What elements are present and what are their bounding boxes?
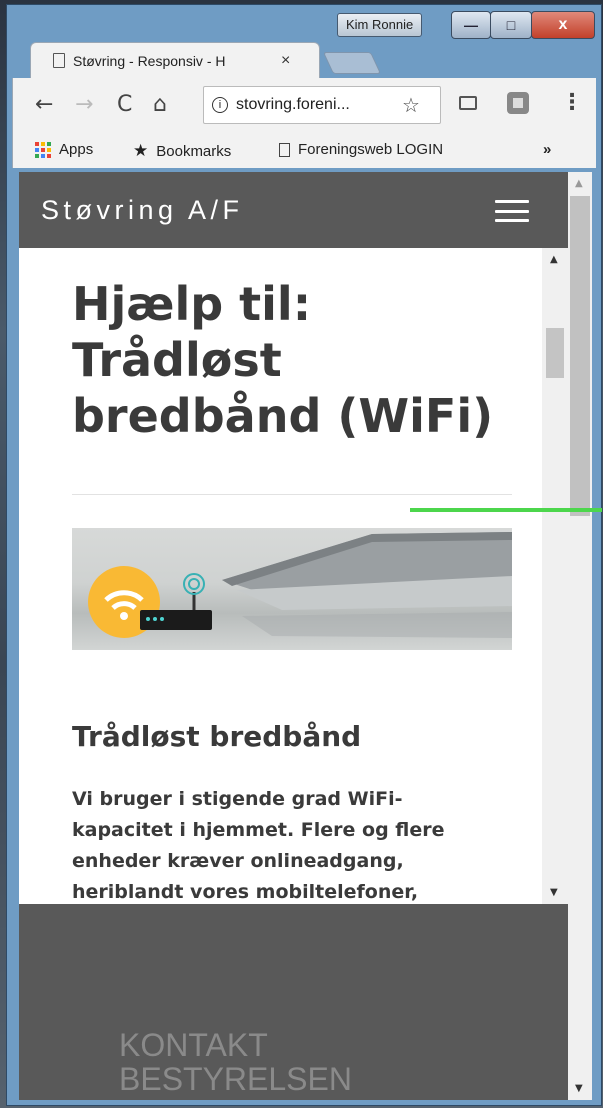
- new-tab-button[interactable]: [322, 52, 382, 74]
- main-content: Hjælp til: Trådløst bredbånd (WiFi) Tråd…: [19, 248, 542, 904]
- browser-tab[interactable]: Støvring - Responsiv - H ×: [30, 42, 320, 78]
- page-icon: [279, 142, 290, 157]
- apps-icon: [35, 141, 51, 158]
- scrollbar-thumb[interactable]: [546, 328, 564, 378]
- reload-icon[interactable]: C: [117, 92, 132, 117]
- maximize-button[interactable]: □: [490, 11, 532, 39]
- bookmark-apps-label: Apps: [59, 141, 94, 158]
- info-icon[interactable]: i: [212, 97, 228, 113]
- page-title: Hjælp til: Trådløst bredbånd (WiFi): [72, 277, 494, 443]
- footer-contact-heading: KONTAKT BESTYRELSEN: [119, 1027, 352, 1097]
- scrollbar-thumb[interactable]: [570, 196, 590, 516]
- address-bar[interactable]: i stovring.foreni... ☆: [203, 86, 441, 124]
- scroll-down-icon[interactable]: ▼: [575, 1083, 583, 1094]
- bookmark-foreningsweb-login[interactable]: Foreningsweb LOGIN: [279, 141, 443, 158]
- minimize-button[interactable]: —: [451, 11, 491, 39]
- scroll-up-icon[interactable]: ▲: [575, 178, 583, 189]
- hamburger-menu-icon[interactable]: [495, 200, 529, 222]
- home-icon[interactable]: ⌂: [153, 92, 167, 117]
- back-icon[interactable]: ←: [35, 92, 53, 117]
- scroll-up-icon[interactable]: ▲: [550, 254, 558, 265]
- star-icon: ★: [133, 141, 149, 160]
- scroll-down-icon[interactable]: ▼: [550, 887, 558, 898]
- bookmark-apps[interactable]: Apps: [35, 141, 93, 158]
- green-line: [410, 508, 602, 512]
- hero-image: [72, 528, 512, 650]
- url-text[interactable]: stovring.foreni...: [236, 96, 396, 114]
- site-header: Støvring A/F: [19, 172, 568, 248]
- tab-close-icon[interactable]: ×: [281, 52, 290, 70]
- star-icon[interactable]: ☆: [402, 93, 420, 118]
- page-icon: [53, 53, 65, 68]
- extension-icon[interactable]: [507, 92, 529, 114]
- user-badge[interactable]: Kim Ronnie: [337, 13, 423, 37]
- forward-icon[interactable]: →: [75, 92, 93, 117]
- page-scrollbar[interactable]: ▲ ▼: [568, 172, 592, 1100]
- tab-title: Støvring - Responsiv - H: [73, 52, 226, 69]
- divider: [72, 494, 512, 495]
- bookmark-bookmarks[interactable]: ★ Bookmarks: [133, 141, 231, 161]
- bookmark-login-label: Foreningsweb LOGIN: [298, 141, 444, 158]
- menu-icon[interactable]: ⋮: [561, 90, 583, 115]
- content-scrollbar[interactable]: ▲ ▼: [542, 248, 568, 904]
- site-footer: KONTAKT BESTYRELSEN: [19, 904, 568, 1100]
- more-bookmarks-icon[interactable]: »: [543, 141, 551, 158]
- router-icon: [140, 610, 212, 630]
- section-heading: Trådløst bredbånd: [72, 720, 362, 753]
- site-brand[interactable]: Støvring A/F: [41, 195, 244, 226]
- intro-paragraph: Vi bruger i stigende grad WiFi-kapacitet…: [72, 788, 445, 903]
- bookmark-bookmarks-label: Bookmarks: [156, 142, 232, 160]
- page-viewport: Støvring A/F Hjælp til: Trådløst bredbån…: [19, 172, 568, 1100]
- wifi-router-laptop-illustration: [88, 532, 512, 638]
- cast-icon[interactable]: [459, 96, 477, 110]
- browser-toolbar: ← → C ⌂ i stovring.foreni... ☆ ⋮: [12, 78, 596, 138]
- close-button[interactable]: x: [531, 11, 595, 39]
- bookmarks-bar: Apps ★ Bookmarks Foreningsweb LOGIN »: [12, 134, 596, 168]
